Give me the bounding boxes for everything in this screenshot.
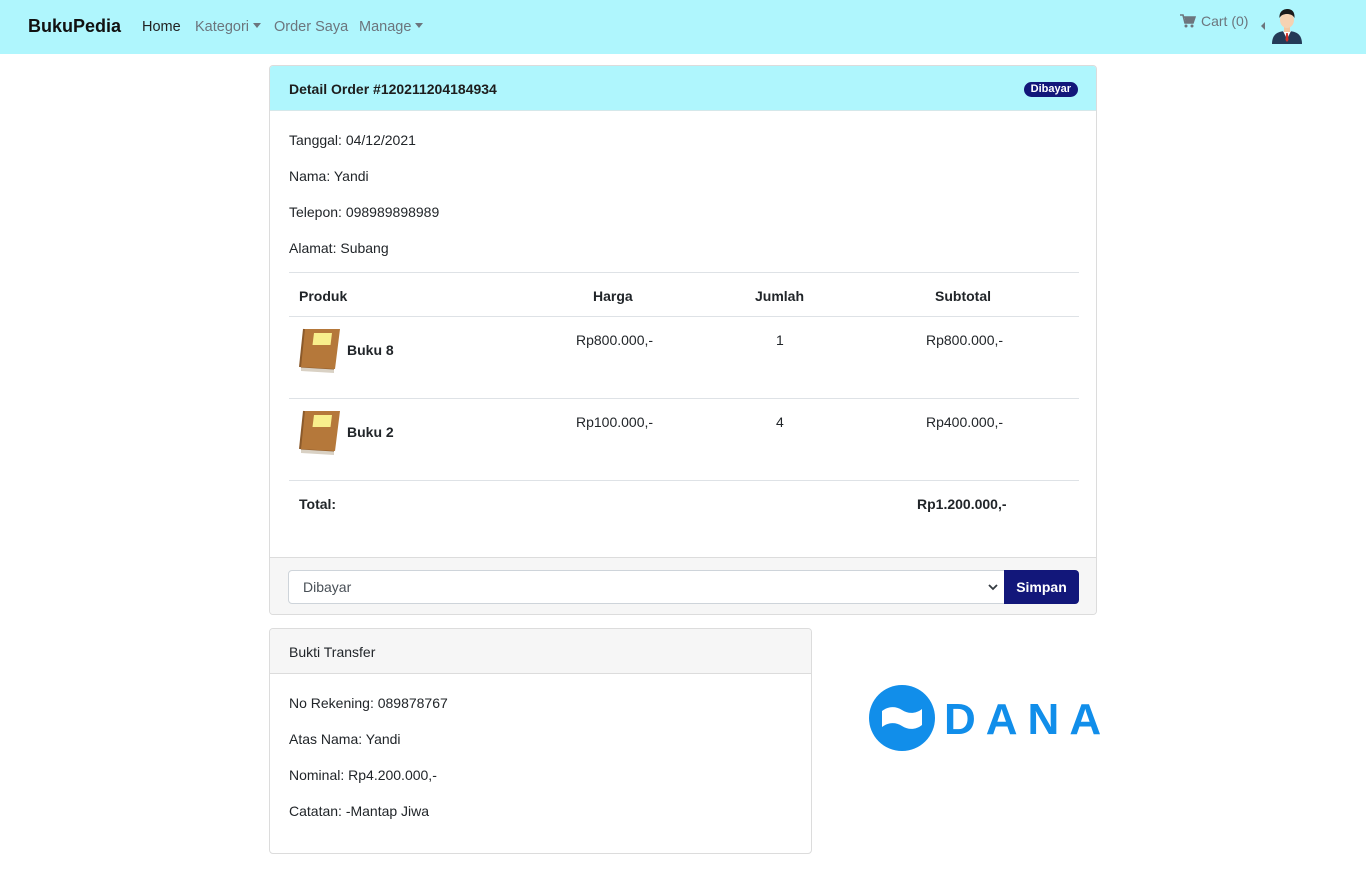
dana-logo-text: DANA xyxy=(944,695,1106,744)
total-value: Rp1.200.000,- xyxy=(917,496,1007,512)
customer-phone: Telepon: 098989898989 xyxy=(289,204,440,220)
product-qty: 4 xyxy=(776,414,784,430)
order-footer: Dibayar Simpan xyxy=(270,557,1096,614)
nav-manage-dropdown[interactable]: Manage xyxy=(359,19,424,35)
col-header-jumlah: Jumlah xyxy=(755,288,805,304)
order-header: Detail Order #120211204184934 Dibayar xyxy=(270,66,1096,111)
product-price: Rp800.000,- xyxy=(576,332,654,348)
product-qty: 1 xyxy=(776,332,784,348)
cart-label: Cart (0) xyxy=(1201,13,1249,29)
divider xyxy=(289,398,1079,399)
transfer-proof-card: Bukti Transfer No Rekening: 089878767 At… xyxy=(269,628,812,854)
dana-logo: DANA xyxy=(869,685,1106,751)
user-avatar-icon[interactable] xyxy=(1268,6,1306,44)
product-name: Buku 2 xyxy=(347,424,394,440)
customer-name: Nama: Yandi xyxy=(289,168,369,184)
shopping-cart-icon xyxy=(1180,14,1196,28)
status-badge: Dibayar xyxy=(1023,82,1078,97)
divider xyxy=(289,316,1079,317)
brand-logo[interactable]: BukuPedia xyxy=(28,16,121,37)
book-icon xyxy=(299,328,340,373)
status-select[interactable]: Dibayar xyxy=(288,570,1005,604)
order-date: Tanggal: 04/12/2021 xyxy=(289,132,416,148)
account-name: Atas Nama: Yandi xyxy=(289,731,401,747)
product-subtotal: Rp400.000,- xyxy=(926,414,1004,430)
chevron-down-icon xyxy=(988,584,998,591)
navbar: BukuPedia Home Kategori Order Saya Manag… xyxy=(0,0,1366,54)
status-select-value: Dibayar xyxy=(303,579,352,595)
transfer-amount: Nominal: Rp4.200.000,- xyxy=(289,767,437,783)
col-header-produk: Produk xyxy=(299,288,348,304)
transfer-header: Bukti Transfer xyxy=(270,629,811,674)
nav-order-saya[interactable]: Order Saya xyxy=(274,19,348,35)
transfer-title: Bukti Transfer xyxy=(289,644,376,660)
product-subtotal: Rp800.000,- xyxy=(926,332,1004,348)
product-name: Buku 8 xyxy=(347,342,394,358)
total-label: Total: xyxy=(299,496,337,512)
book-icon xyxy=(299,410,340,455)
product-price: Rp100.000,- xyxy=(576,414,654,430)
save-button[interactable]: Simpan xyxy=(1004,570,1079,604)
nav-manage-label: Manage xyxy=(359,19,412,35)
divider xyxy=(289,272,1079,273)
caret-down-icon xyxy=(415,23,424,28)
account-number: No Rekening: 089878767 xyxy=(289,695,448,711)
nav-kategori-dropdown[interactable]: Kategori xyxy=(195,19,262,35)
caret-down-icon xyxy=(253,23,262,28)
col-header-harga: Harga xyxy=(593,288,633,304)
order-title: Detail Order #120211204184934 xyxy=(289,81,497,97)
order-detail-card: Detail Order #120211204184934 Dibayar Ta… xyxy=(269,65,1097,615)
col-header-subtotal: Subtotal xyxy=(935,288,991,304)
caret-left-icon[interactable] xyxy=(1261,22,1265,30)
nav-home[interactable]: Home xyxy=(142,19,181,35)
cart-link[interactable]: Cart (0) xyxy=(1180,13,1248,29)
customer-address: Alamat: Subang xyxy=(289,240,389,256)
nav-kategori-label: Kategori xyxy=(195,19,250,35)
divider xyxy=(289,480,1079,481)
transfer-note: Catatan: -Mantap Jiwa xyxy=(289,803,430,819)
